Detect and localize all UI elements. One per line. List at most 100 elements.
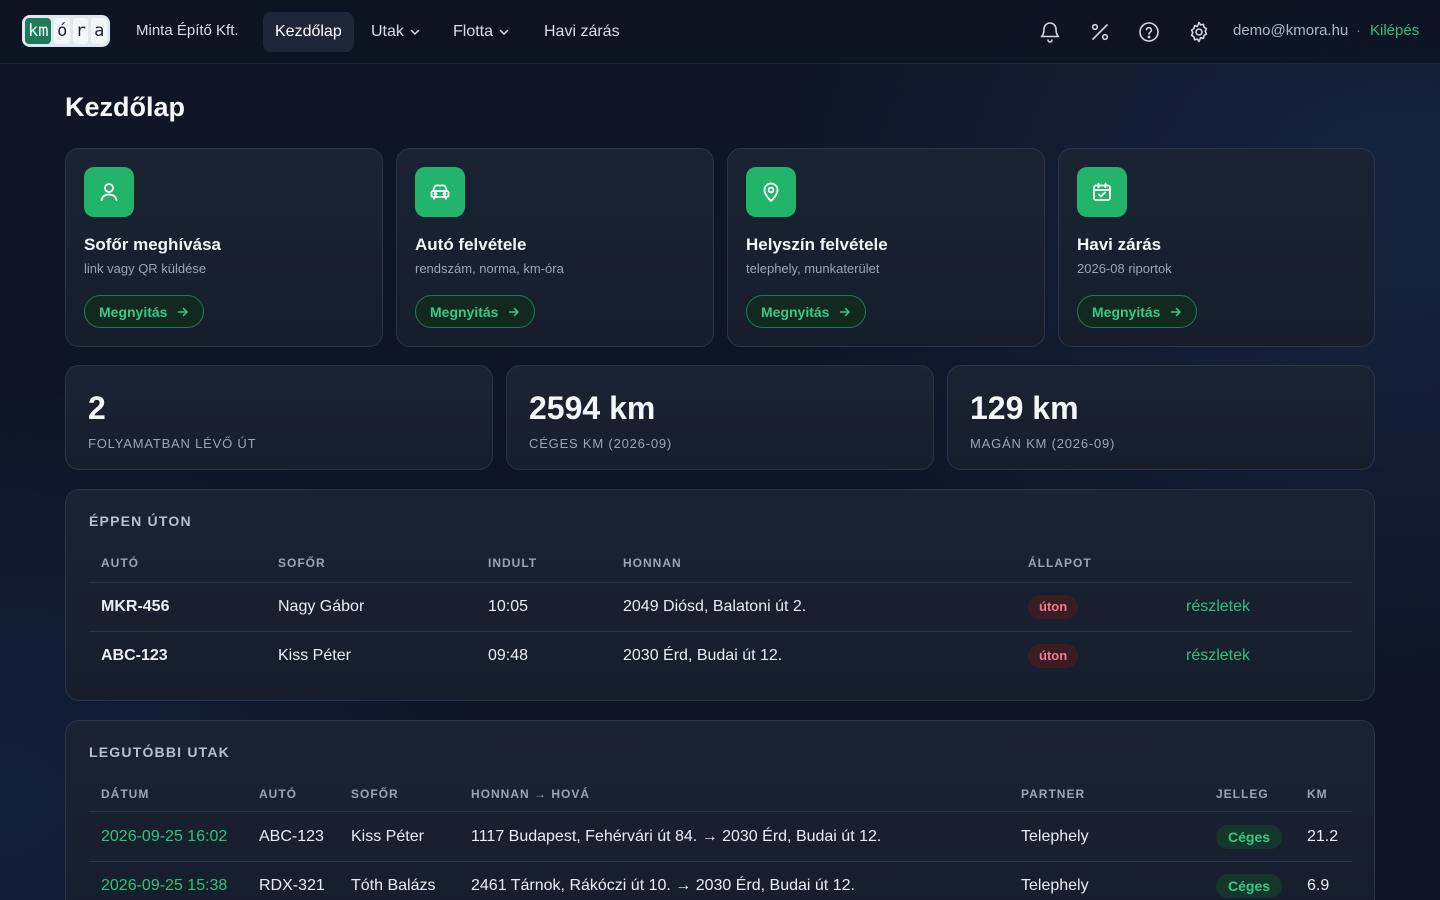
arrow-right-icon [178, 307, 189, 316]
column-header: PARTNER [1021, 787, 1086, 801]
chevron-down-icon [410, 29, 420, 36]
nav-item-label: Havi zárás [544, 23, 620, 40]
cell-driver: Tóth Balázs [351, 877, 436, 894]
stat-label: FOLYAMATBAN LÉVŐ ÚT [88, 436, 257, 451]
stat-label: CÉGES KM (2026-09) [529, 436, 673, 451]
details-link[interactable]: részletek [1186, 647, 1250, 665]
nav-item-label: Flotta [453, 23, 494, 40]
help-icon[interactable] [1137, 20, 1161, 44]
top-navbar: km ó r a Minta Építő Kft. Kezdőlap Utak … [0, 0, 1440, 64]
status-badge: úton [1028, 595, 1079, 619]
logo-letter-1: ó [54, 18, 70, 44]
divider [89, 811, 1352, 812]
nav-item-label: Utak [371, 23, 404, 40]
details-link[interactable]: részletek [1186, 598, 1250, 616]
map-pin-icon [746, 167, 796, 217]
cell-date-link[interactable]: 2026-09-25 15:38 [101, 877, 227, 895]
action-title: Havi zárás [1077, 235, 1162, 254]
recent-trips-panel: LEGUTÓBBI UTAK DÁTUM AUTÓ SOFŐR HONNAN →… [65, 720, 1375, 900]
logo-letter-2: r [72, 18, 89, 44]
status-badge: úton [1028, 644, 1079, 668]
logo-km: km [25, 18, 52, 44]
stat-value: 129 km [970, 390, 1079, 426]
cell-partner: Telephely [1021, 828, 1089, 845]
action-subtitle: 2026-08 riportok [1077, 261, 1172, 276]
page-title: Kezdőlap [65, 92, 186, 122]
column-header: JELLEG [1216, 787, 1269, 801]
cell-partner: Telephely [1021, 877, 1089, 894]
logout-link[interactable]: Kilépés [1370, 22, 1419, 39]
arrow-right-icon [509, 307, 520, 316]
type-badge: Céges [1216, 874, 1283, 898]
column-header: ÁLLAPOT [1028, 556, 1092, 570]
action-subtitle: rendszám, norma, km-óra [415, 261, 564, 276]
cell-driver: Kiss Péter [278, 647, 351, 664]
cell-car: RDX-321 [259, 877, 325, 894]
open-button-label: Megnyitás [430, 303, 499, 320]
cell-route: 1117 Budapest, Fehérvári út 84. → 2030 É… [471, 828, 882, 845]
open-button[interactable]: Megnyitás [746, 295, 867, 328]
open-button[interactable]: Megnyitás [84, 295, 205, 328]
column-header: HONNAN → HOVÁ [471, 787, 591, 801]
stat-card-ongoing-trips: 2 FOLYAMATBAN LÉVŐ ÚT [65, 365, 493, 470]
action-card-add-car: Autó felvétele rendszám, norma, km-óra M… [396, 148, 714, 347]
section-title: LEGUTÓBBI UTAK [89, 744, 230, 760]
column-header: SOFŐR [278, 556, 326, 570]
section-title: ÉPPEN ÚTON [89, 513, 192, 529]
nav-item-fleet[interactable]: Flotta [441, 12, 521, 52]
action-card-invite-driver: Sofőr meghívása link vagy QR küldése Meg… [65, 148, 383, 347]
on-road-panel: ÉPPEN ÚTON AUTÓ SOFŐR INDULT HONNAN ÁLLA… [65, 489, 1375, 701]
car-icon [415, 167, 465, 217]
chevron-down-icon [499, 29, 509, 36]
open-button-label: Megnyitás [1092, 303, 1161, 320]
action-title: Helyszín felvétele [746, 235, 888, 254]
cell-car: MKR-456 [101, 598, 170, 615]
kmora-logo[interactable]: km ó r a [22, 15, 110, 47]
action-subtitle: telephely, munkaterület [746, 261, 880, 276]
divider [89, 631, 1352, 632]
open-button[interactable]: Megnyitás [1077, 295, 1198, 328]
nav-item-monthly-close[interactable]: Havi zárás [532, 12, 632, 52]
open-button[interactable]: Megnyitás [415, 295, 536, 328]
cell-started: 10:05 [488, 598, 529, 615]
gear-icon[interactable] [1187, 20, 1211, 44]
divider [89, 582, 1352, 583]
type-badge: Céges [1216, 825, 1283, 849]
arrow-right-icon [840, 307, 851, 316]
calendar-check-icon [1077, 167, 1127, 217]
open-button-label: Megnyitás [99, 303, 168, 320]
action-title: Sofőr meghívása [84, 235, 221, 254]
cell-date-link[interactable]: 2026-09-25 16:02 [101, 828, 227, 846]
arrow-right-icon [1171, 307, 1182, 316]
column-header: AUTÓ [259, 787, 297, 801]
cell-driver: Kiss Péter [351, 828, 424, 845]
action-card-add-location: Helyszín felvétele telephely, munkaterül… [727, 148, 1045, 347]
column-header: HONNAN [623, 556, 682, 570]
logo-letter-3: a [91, 18, 107, 44]
action-title: Autó felvétele [415, 235, 527, 254]
divider [89, 861, 1352, 862]
column-header: DÁTUM [101, 787, 150, 801]
user-icon [84, 167, 134, 217]
company-name: Minta Építő Kft. [136, 22, 239, 39]
nav-item-trips[interactable]: Utak [359, 12, 432, 52]
action-subtitle: link vagy QR küldése [84, 261, 207, 276]
nav-item-label: Kezdőlap [275, 23, 342, 40]
separator-dot: · [1356, 22, 1361, 39]
cell-km: 6.9 [1307, 877, 1330, 894]
cell-from: 2049 Diósd, Balatoni út 2. [623, 598, 807, 615]
cell-car: ABC-123 [259, 828, 324, 845]
column-header: AUTÓ [101, 556, 139, 570]
stat-label: MAGÁN KM (2026-09) [970, 436, 1116, 451]
column-header: INDULT [488, 556, 538, 570]
cell-km: 21.2 [1307, 828, 1339, 845]
stat-value: 2 [88, 390, 106, 426]
bell-icon[interactable] [1038, 20, 1062, 44]
stat-value: 2594 km [529, 390, 656, 426]
cell-from: 2030 Érd, Budai út 12. [623, 647, 783, 664]
nav-item-home[interactable]: Kezdőlap [263, 12, 354, 52]
percent-icon[interactable] [1088, 20, 1112, 44]
column-header: SOFŐR [351, 787, 399, 801]
stat-card-private-km: 129 km MAGÁN KM (2026-09) [947, 365, 1375, 470]
cell-started: 09:48 [488, 647, 529, 664]
